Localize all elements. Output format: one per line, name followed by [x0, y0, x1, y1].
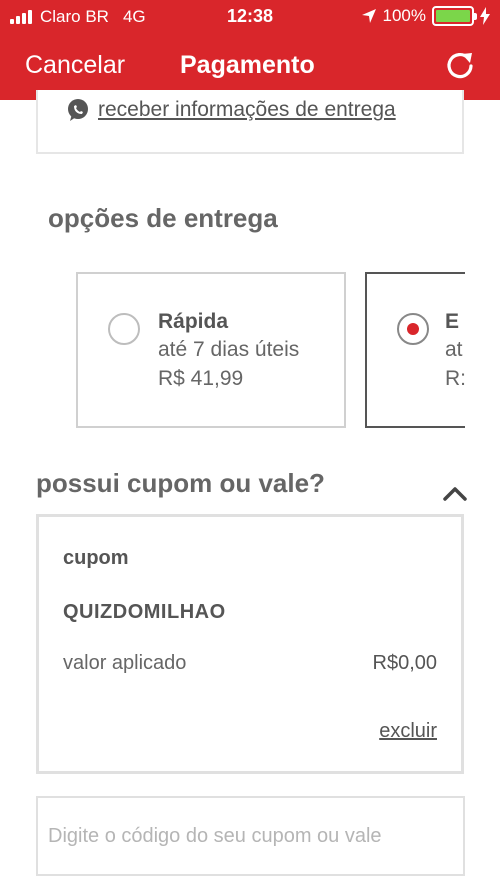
battery-percent: 100%	[382, 6, 426, 25]
option-days: até 7 dias úteis	[158, 338, 300, 361]
coupon-label: cupom	[63, 547, 129, 569]
option-name: E	[445, 310, 460, 333]
charging-icon	[480, 7, 490, 25]
coupon-code-input[interactable]	[36, 796, 465, 876]
applied-value-label: valor aplicado	[63, 652, 187, 674]
delivery-info-label[interactable]: receber informações de entrega	[98, 98, 396, 122]
delivery-info-link[interactable]: receber informações de entrega	[66, 98, 396, 122]
coupon-section-title: possui cupom ou vale?	[36, 468, 325, 498]
refresh-icon[interactable]	[442, 48, 478, 84]
status-right-group: 100%	[361, 6, 490, 26]
option-name: Rápida	[158, 310, 229, 333]
option-price: R:	[445, 367, 465, 390]
chevron-up-icon[interactable]	[442, 484, 468, 502]
page-title: Pagamento	[180, 51, 315, 79]
option-price: R$ 41,99	[158, 367, 244, 390]
delete-coupon-link[interactable]: excluir	[379, 720, 437, 743]
option-days: at	[445, 338, 463, 361]
location-arrow-icon	[361, 9, 376, 23]
delivery-option-rapida[interactable]: Rápida até 7 dias úteis R$ 41,99	[76, 272, 346, 428]
applied-value: R$0,00	[372, 652, 438, 674]
whatsapp-icon	[68, 99, 88, 121]
applied-coupon-card: cupom QUIZDOMILHAO valor aplicado R$0,00…	[36, 514, 464, 774]
battery-icon	[432, 6, 477, 26]
radio-selected[interactable]	[397, 313, 429, 345]
coupon-code: QUIZDOMILHAO	[63, 601, 226, 623]
app-header: Claro BR 4G 12:38 100% Cancelar Pagament…	[0, 0, 500, 100]
cancel-button[interactable]: Cancelar	[25, 51, 125, 80]
delivery-options-title: opções de entrega	[48, 203, 278, 233]
status-bar: Claro BR 4G 12:38 100%	[0, 0, 500, 34]
delivery-info-box: receber informações de entrega	[36, 90, 464, 154]
delivery-option-selected[interactable]: E at R:	[365, 272, 465, 428]
radio-unselected[interactable]	[108, 313, 140, 345]
